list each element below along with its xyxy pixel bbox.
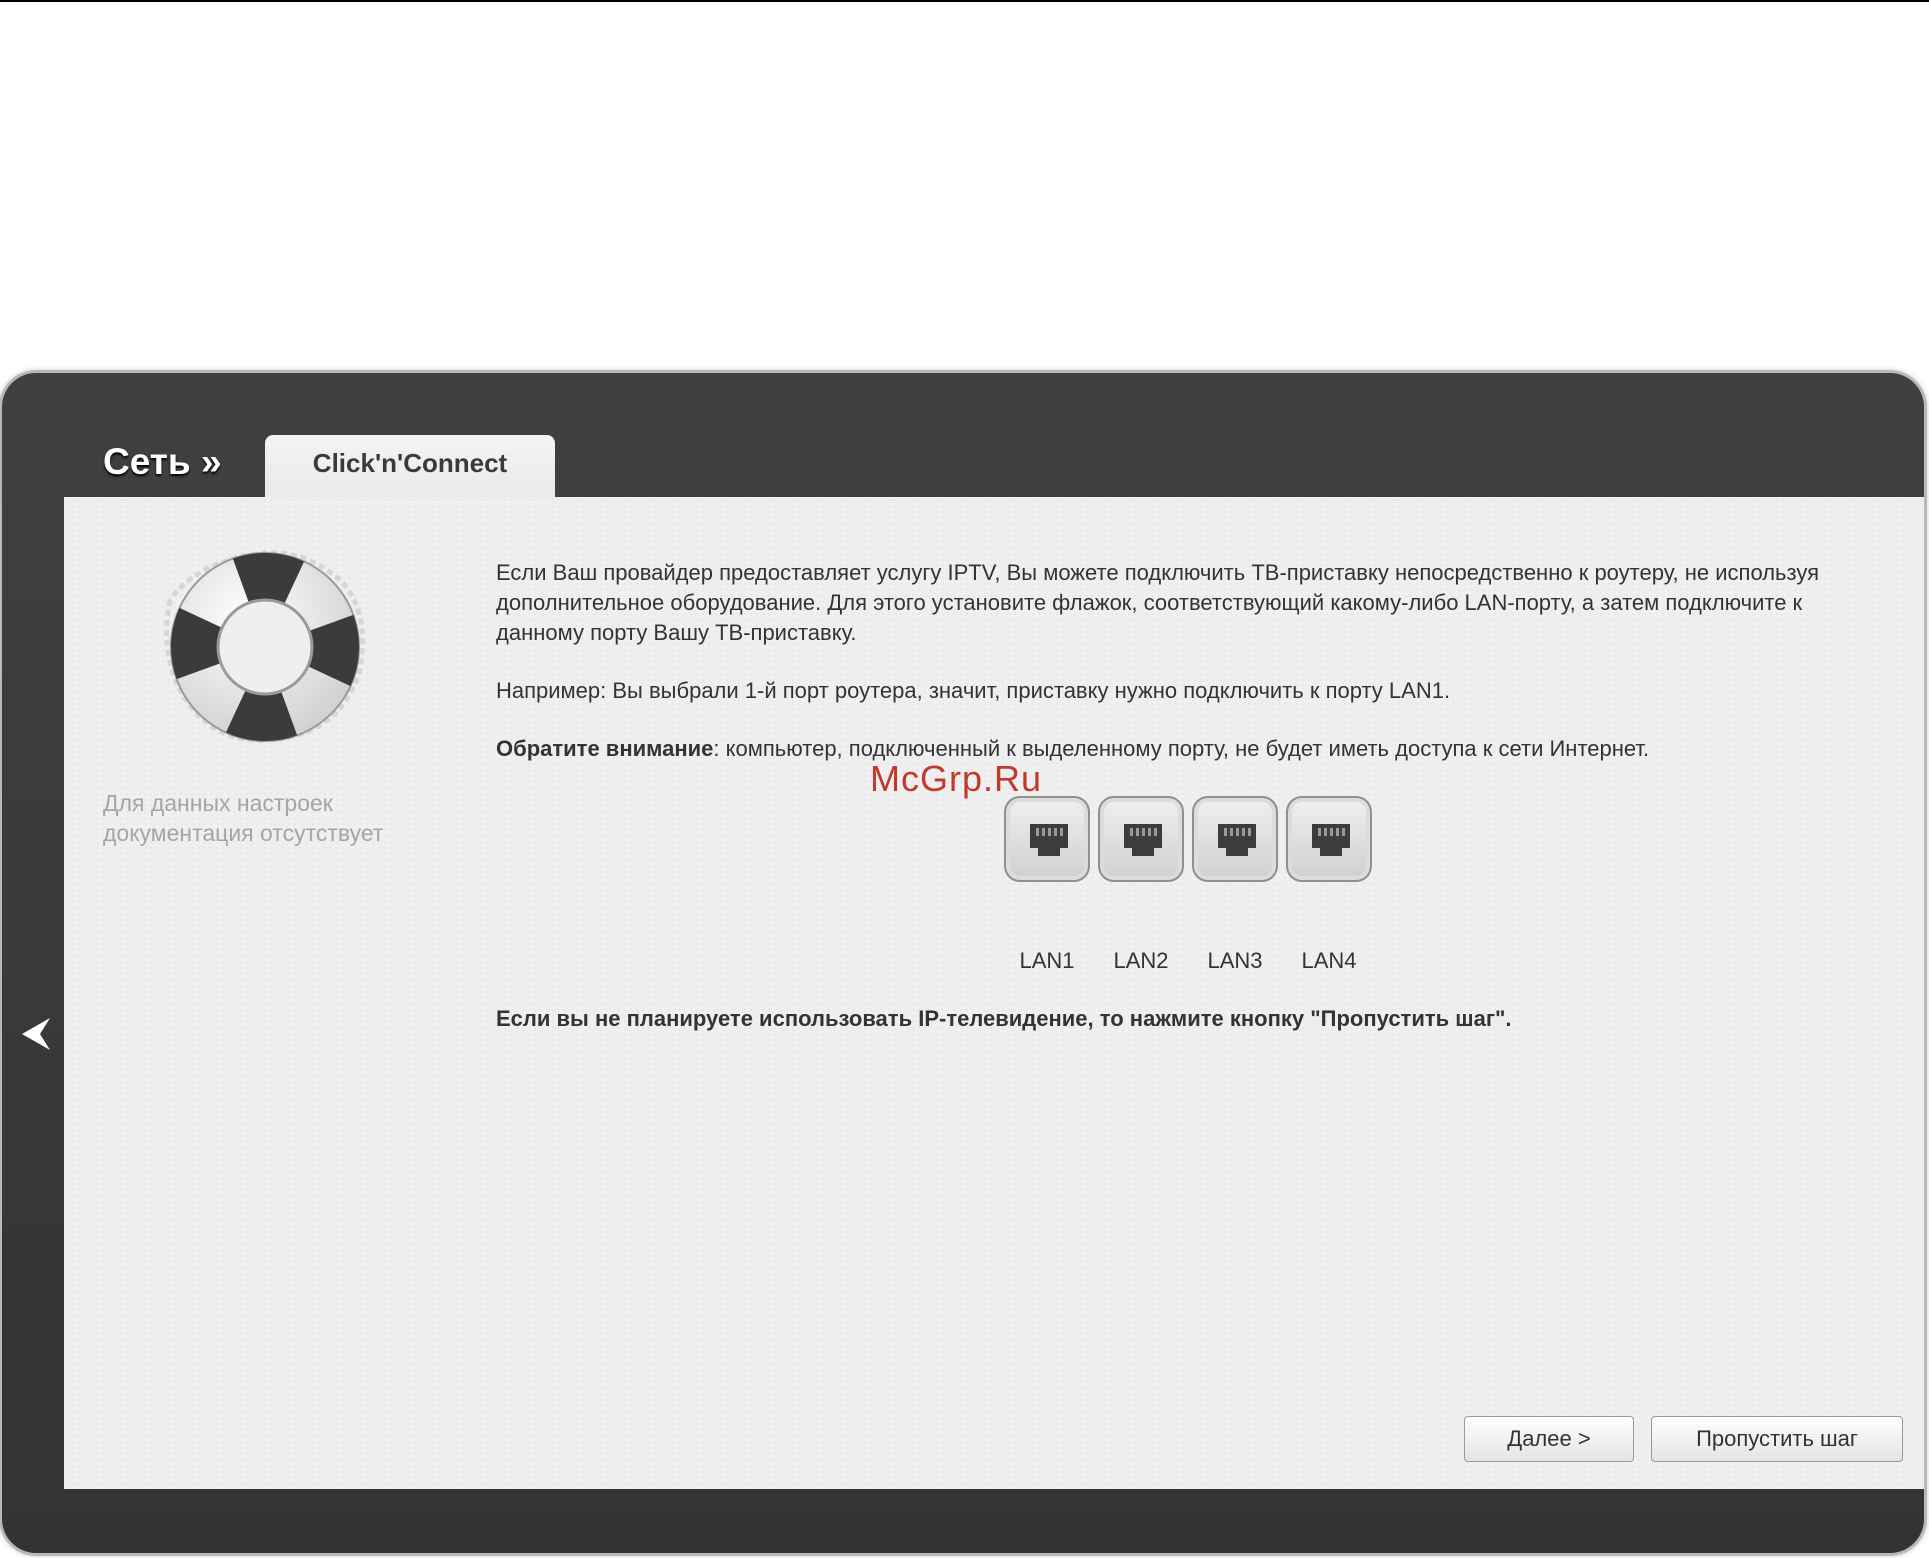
lan4-port[interactable] xyxy=(1286,796,1372,882)
skip-notice: Если вы не планируете использовать IP-те… xyxy=(496,1006,1512,1031)
lan2-port[interactable] xyxy=(1098,796,1184,882)
ethernet-port-icon xyxy=(1030,824,1068,856)
doc-note-line2: документация отсутствует xyxy=(103,820,384,846)
chevron-left-icon[interactable] xyxy=(18,1016,52,1052)
ethernet-port-icon xyxy=(1218,824,1256,856)
breadcrumb-section[interactable]: Сеть » xyxy=(103,441,222,483)
ethernet-port-icon xyxy=(1124,824,1162,856)
lan1-label: LAN1 xyxy=(1019,948,1075,973)
skip-step-button[interactable]: Пропустить шаг xyxy=(1651,1416,1903,1462)
lifebuoy-icon xyxy=(164,550,365,743)
description: Если Ваш провайдер предоставляет услугу … xyxy=(496,558,1876,792)
example-text: Например: Вы выбрали 1-й порт роутера, з… xyxy=(496,678,1451,703)
tab-clickn-connect[interactable]: Click'n'Connect xyxy=(265,435,555,499)
ethernet-port-icon xyxy=(1312,824,1350,856)
top-rule xyxy=(0,0,1929,2)
doc-note-line1: Для данных настроек xyxy=(103,790,333,816)
attention-text: Обратите внимание: компьютер, подключенн… xyxy=(496,734,1876,764)
lan1-port[interactable] xyxy=(1004,796,1090,882)
attention-body: : компьютер, подключенный к выделенному … xyxy=(713,736,1650,761)
attention-label: Обратите внимание xyxy=(496,736,714,761)
watermark: McGrp.Ru xyxy=(870,758,1043,799)
lan3-label: LAN3 xyxy=(1207,948,1263,973)
documentation-note: Для данных настроек документация отсутст… xyxy=(103,788,433,848)
next-button[interactable]: Далее > xyxy=(1464,1416,1634,1462)
intro-text: Если Ваш провайдер предоставляет услугу … xyxy=(496,560,1819,645)
lan3-port[interactable] xyxy=(1192,796,1278,882)
lan2-label: LAN2 xyxy=(1113,948,1169,973)
lan-port-group xyxy=(1004,796,1374,884)
lan4-label: LAN4 xyxy=(1301,948,1357,973)
